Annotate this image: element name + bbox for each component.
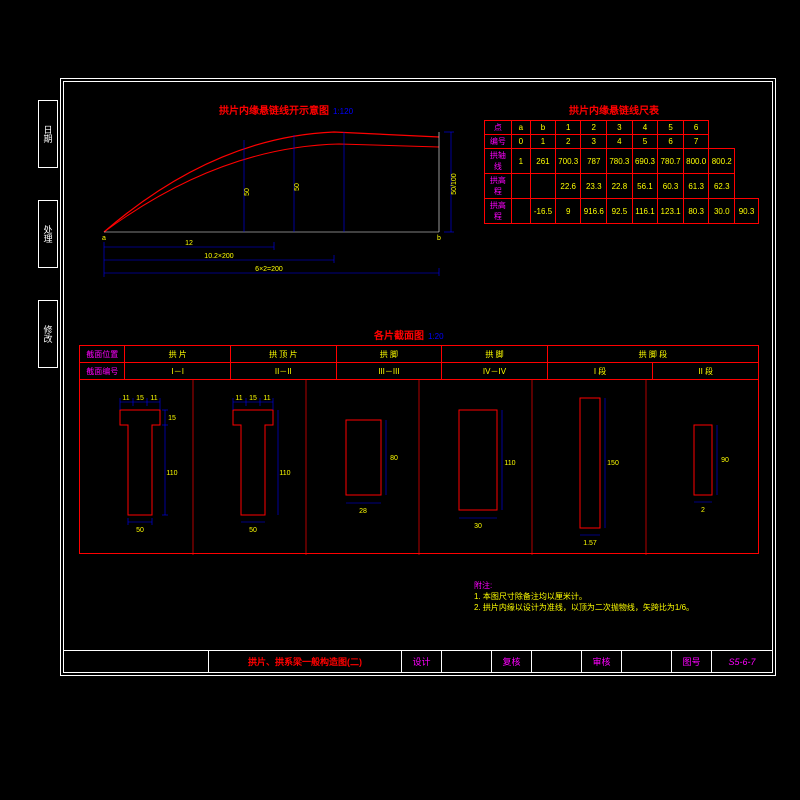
svg-text:90: 90 bbox=[721, 457, 729, 464]
title-block: 拱片、拱系梁一般构造图(二) 设计 复核 审核 图号 S5-6-7 bbox=[64, 650, 772, 672]
sections-title-text: 各片截面图 bbox=[374, 331, 424, 342]
tb-design: 设计 bbox=[402, 651, 442, 672]
sections-title: 各片截面图 1:20 bbox=[374, 327, 444, 342]
svg-text:150: 150 bbox=[607, 460, 619, 467]
svg-text:50: 50 bbox=[249, 527, 257, 534]
dim-table: 点ab123456编号01234567拱轴线1261700.3787780.36… bbox=[484, 120, 759, 224]
svg-text:110: 110 bbox=[504, 460, 515, 467]
svg-text:110: 110 bbox=[279, 470, 290, 477]
side-tab-date: 日期 bbox=[38, 100, 58, 168]
svg-text:80: 80 bbox=[390, 455, 398, 462]
side-tab-process: 处理 bbox=[38, 200, 58, 268]
tb-approve: 审核 bbox=[582, 651, 622, 672]
svg-text:15: 15 bbox=[249, 395, 257, 402]
svg-text:10.2×200: 10.2×200 bbox=[204, 253, 233, 260]
svg-text:11: 11 bbox=[263, 395, 270, 402]
note-header: 附注: bbox=[474, 580, 754, 591]
inner-frame: 拱片内缘悬链线开示意图1:120 12 10.2×200 6×2=200 bbox=[63, 81, 773, 673]
svg-text:50: 50 bbox=[136, 527, 144, 534]
notes: 附注: 1. 本图尺寸除备注均以厘米计。 2. 拱片内缘以设计为准线，以顶为二次… bbox=[474, 580, 754, 613]
svg-text:2: 2 bbox=[701, 507, 705, 514]
svg-text:50: 50 bbox=[244, 188, 251, 196]
arch-diagram: 12 10.2×200 6×2=200 50/100 50 50 a b bbox=[94, 112, 464, 282]
note-line-2: 2. 拱片内缘以设计为准线，以顶为二次抛物线，矢跨比为1/6。 bbox=[474, 602, 754, 613]
svg-text:a: a bbox=[102, 235, 106, 242]
side-tab-modify: 修改 bbox=[38, 300, 58, 368]
svg-text:11: 11 bbox=[122, 395, 129, 402]
svg-text:1.57: 1.57 bbox=[583, 540, 597, 547]
section-box: 11 15 11 15 110 50 11 15 11 110 50 bbox=[79, 379, 759, 554]
tb-sheet-label: 图号 bbox=[672, 651, 712, 672]
svg-text:28: 28 bbox=[359, 508, 367, 515]
sections-scale: 1:20 bbox=[428, 332, 444, 341]
svg-text:30: 30 bbox=[474, 523, 482, 530]
tb-sheet-num: S5-6-7 bbox=[712, 651, 772, 672]
drawing-title: 拱片、拱系梁一般构造图(二) bbox=[209, 651, 402, 672]
svg-text:50/100: 50/100 bbox=[451, 173, 458, 195]
svg-text:b: b bbox=[437, 235, 441, 242]
sections-svg: 11 15 11 15 110 50 11 15 11 110 50 bbox=[80, 380, 760, 555]
svg-text:110: 110 bbox=[166, 470, 177, 477]
svg-text:15: 15 bbox=[168, 415, 176, 422]
svg-text:15: 15 bbox=[136, 395, 144, 402]
dim-table-title: 拱片内缘悬链线尺表 bbox=[569, 102, 659, 117]
note-line-1: 1. 本图尺寸除备注均以厘米计。 bbox=[474, 591, 754, 602]
tb-check: 复核 bbox=[492, 651, 532, 672]
svg-text:11: 11 bbox=[150, 395, 157, 402]
svg-text:11: 11 bbox=[235, 395, 242, 402]
svg-text:6×2=200: 6×2=200 bbox=[255, 266, 283, 273]
svg-text:12: 12 bbox=[185, 240, 193, 247]
svg-text:50: 50 bbox=[294, 183, 301, 191]
section-header-table: 截面位置拱 片拱 顶 片拱 脚拱 脚拱 脚 段截面编号I－III－IIIII－I… bbox=[79, 345, 759, 380]
